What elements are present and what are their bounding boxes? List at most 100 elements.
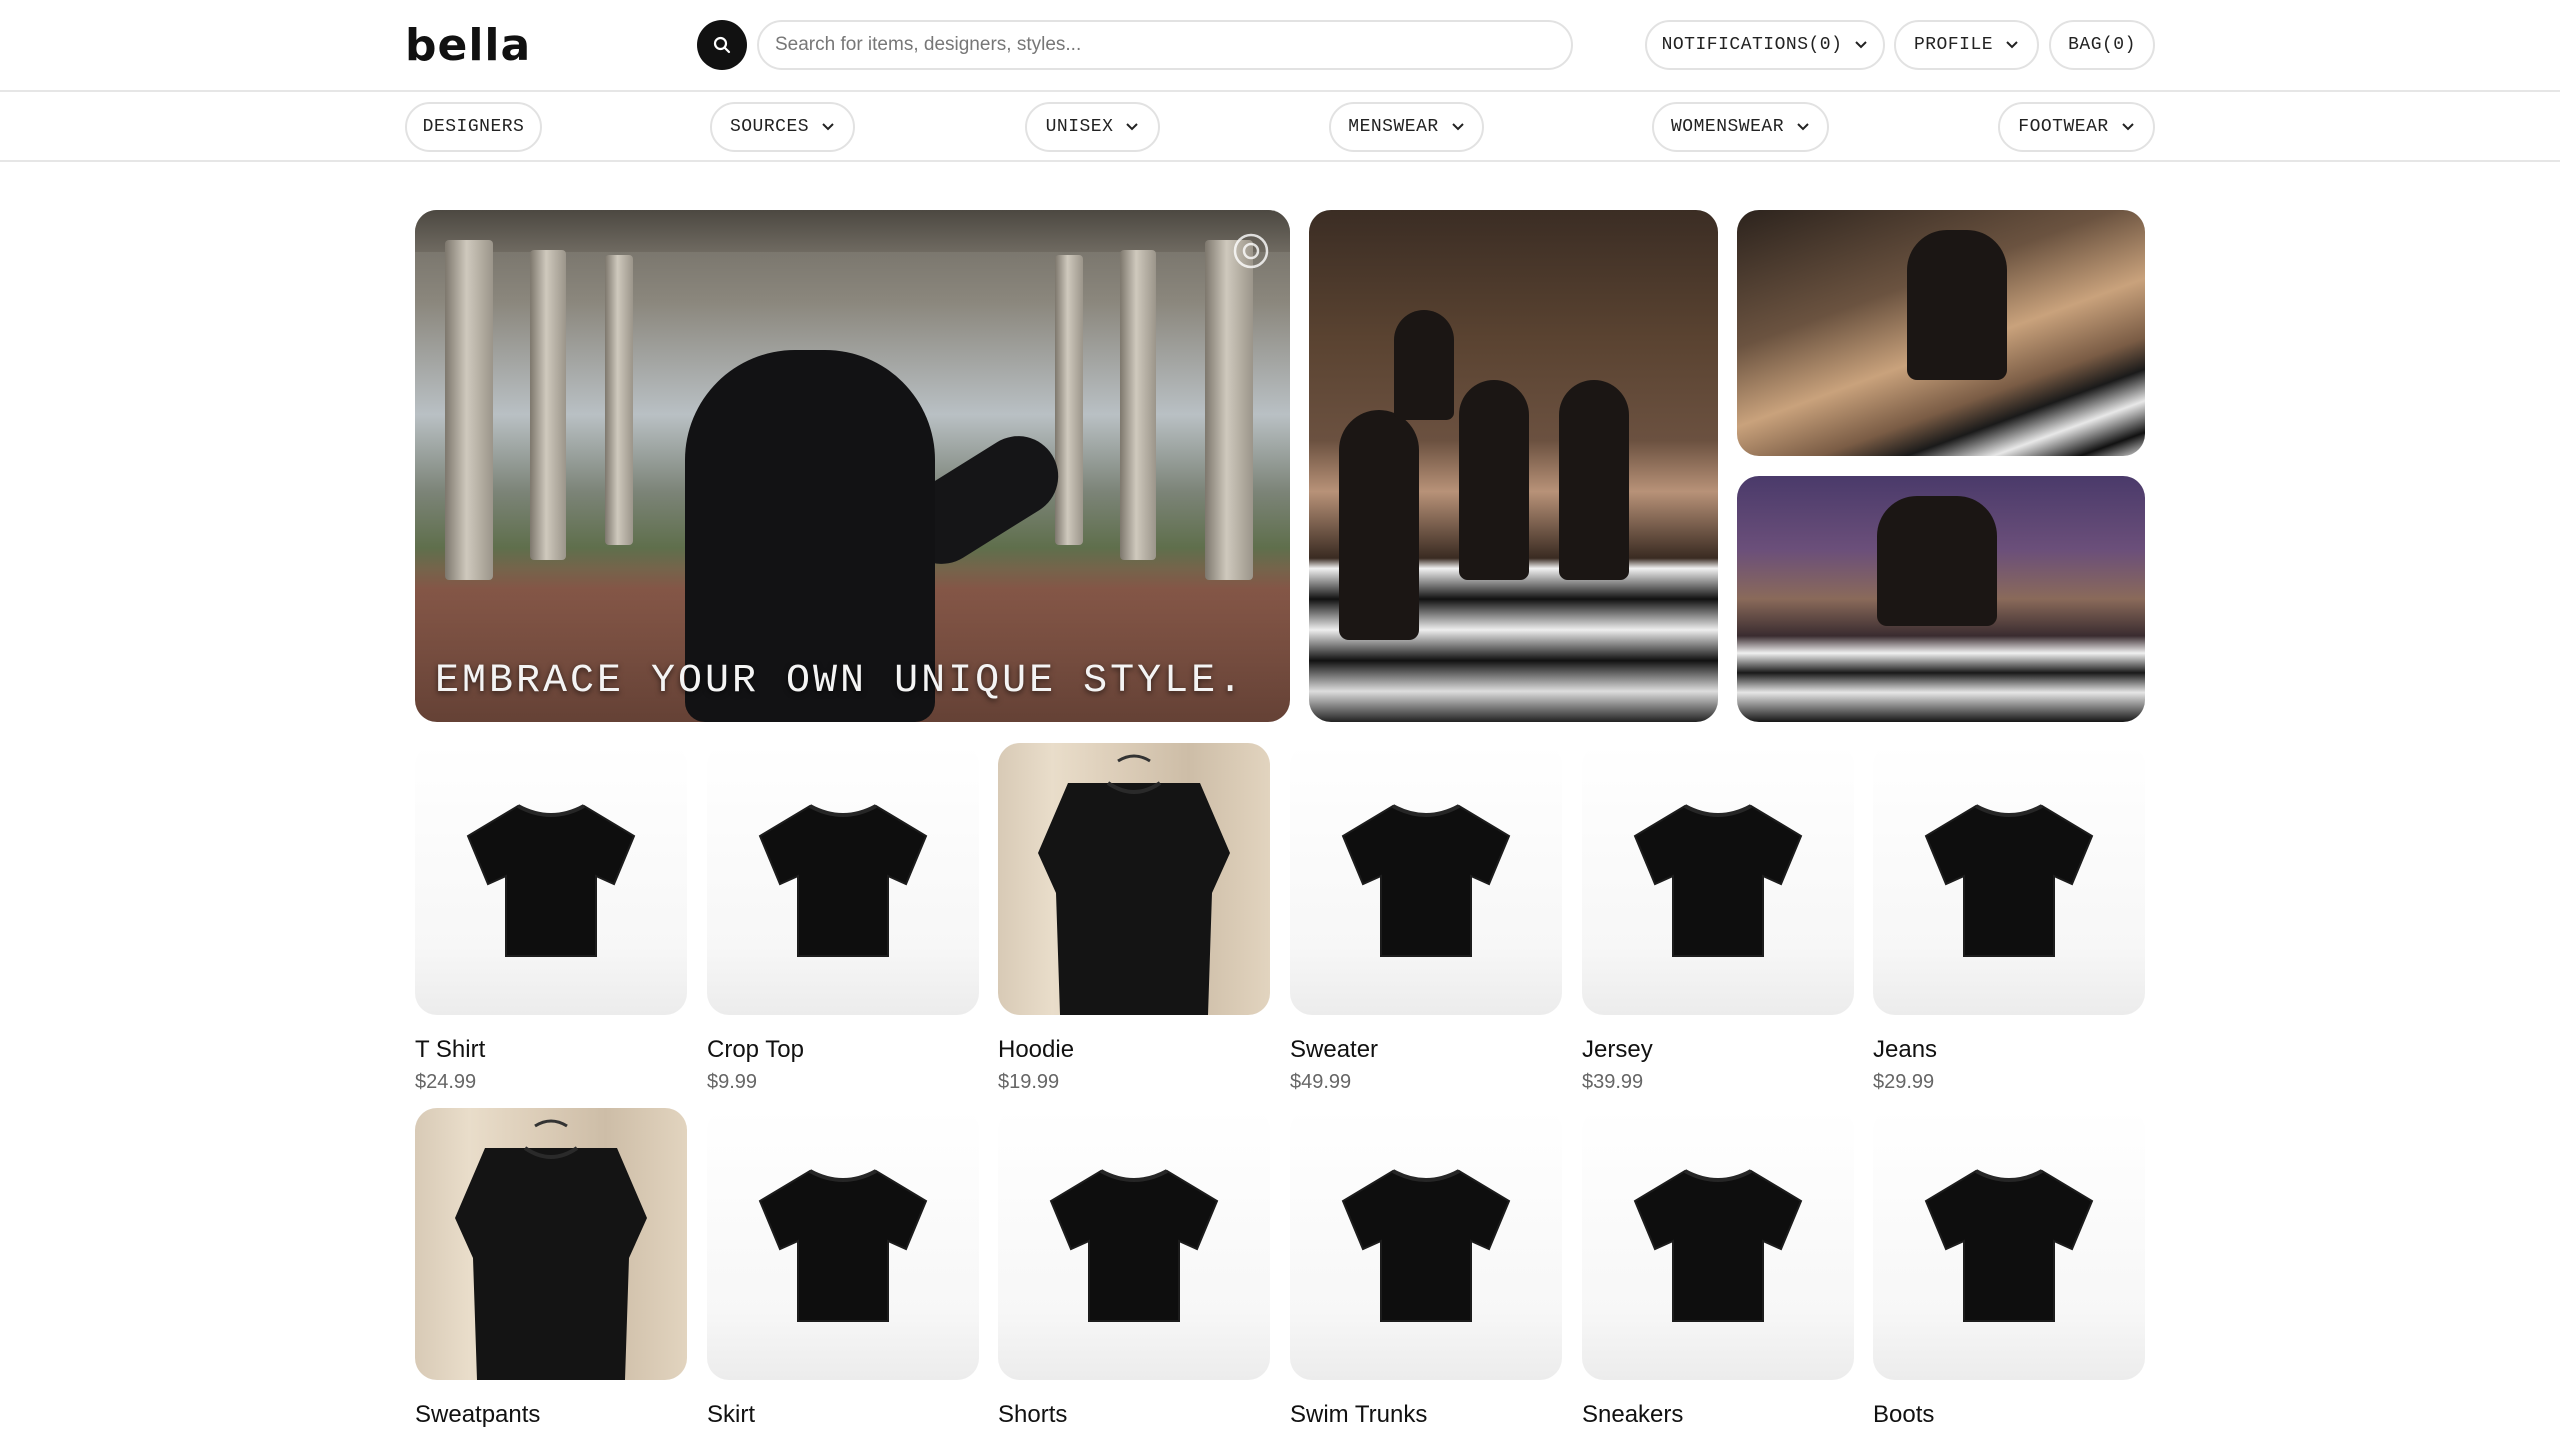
product-card[interactable]: Sneakers$129.99 — [1582, 1108, 1854, 1432]
nav-label: WOMENSWEAR — [1670, 117, 1785, 137]
product-name[interactable]: Hoodie — [998, 1035, 1270, 1065]
top-header: bella NOTIFICATIONS(0) PROFILE BAG(0) — [0, 0, 2560, 92]
product-card[interactable]: Sweatpants$14.99 — [415, 1108, 687, 1432]
product-image[interactable] — [1873, 743, 2145, 1015]
person-figure — [1877, 496, 1997, 626]
product-name[interactable]: Crop Top — [707, 1035, 979, 1065]
product-card[interactable]: Jeans $29.99 — [1873, 743, 2145, 1095]
product-card[interactable]: Jersey $39.99 — [1582, 743, 1854, 1095]
nav-label: SOURCES — [729, 117, 810, 137]
target-icon[interactable] — [1232, 232, 1270, 270]
pillar — [1120, 250, 1156, 560]
tshirt-icon — [1924, 804, 2094, 957]
tshirt-icon — [1924, 1169, 2094, 1322]
pillar — [445, 240, 493, 580]
hero-boombox-image[interactable] — [1737, 476, 2145, 722]
tshirt-icon — [1633, 804, 1803, 957]
search-button[interactable] — [697, 20, 747, 70]
product-card[interactable]: Sweater $49.99 — [1290, 743, 1562, 1095]
product-price: $29.99 — [1873, 1071, 1935, 1093]
hero-main-image[interactable]: EMBRACE YOUR OWN UNIQUE STYLE. — [415, 210, 1290, 722]
product-name[interactable]: Jeans — [1873, 1035, 2145, 1065]
bag-label: BAG(0) — [2068, 35, 2136, 55]
product-image[interactable] — [415, 1108, 687, 1380]
tshirt-icon — [1341, 804, 1511, 957]
nav-footwear[interactable]: FOOTWEAR — [1998, 102, 2155, 152]
nav-unisex[interactable]: UNISEX — [1025, 102, 1160, 152]
product-price: $9.99 — [707, 1071, 758, 1093]
product-price: $49.99 — [1290, 1071, 1352, 1093]
product-name[interactable]: Swim Trunks — [1290, 1400, 1562, 1430]
product-price: $19.99 — [998, 1071, 1060, 1093]
product-card[interactable]: T Shirt $24.99 — [415, 743, 687, 1095]
tshirt-icon — [758, 804, 928, 957]
tshirt-icon — [1341, 1169, 1511, 1322]
person-figure — [1394, 310, 1454, 420]
hero-group-image[interactable] — [1309, 210, 1718, 722]
profile-label: PROFILE — [1913, 35, 1994, 55]
product-image[interactable] — [1290, 743, 1562, 1015]
product-image[interactable] — [998, 743, 1270, 1015]
nav-label: MENSWEAR — [1348, 117, 1439, 137]
pillar — [605, 255, 633, 545]
product-image[interactable] — [1873, 1108, 2145, 1380]
chevron-down-icon — [2006, 41, 2018, 49]
search-input[interactable] — [757, 20, 1573, 70]
chevron-down-icon — [2121, 123, 2134, 131]
tshirt-icon — [466, 804, 636, 957]
bella-logo[interactable]: bella — [405, 22, 531, 70]
person-figure — [1907, 230, 2007, 380]
product-image[interactable] — [998, 1108, 1270, 1380]
product-name[interactable]: Skirt — [707, 1400, 979, 1430]
product-name[interactable]: Shorts — [998, 1400, 1270, 1430]
product-image[interactable] — [707, 743, 979, 1015]
product-price: $24.99 — [415, 1071, 477, 1093]
product-name[interactable]: Boots — [1873, 1400, 2145, 1430]
nav-sources[interactable]: SOURCES — [710, 102, 855, 152]
notifications-label: NOTIFICATIONS(0) — [1661, 35, 1843, 55]
product-name[interactable]: Sweatpants — [415, 1400, 687, 1430]
nav-label: FOOTWEAR — [2018, 117, 2109, 137]
hero-caption: EMBRACE YOUR OWN UNIQUE STYLE. — [435, 659, 1246, 704]
product-name[interactable]: Jersey — [1582, 1035, 1854, 1065]
nav-designers[interactable]: DESIGNERS — [405, 102, 542, 152]
bag-button[interactable]: BAG(0) — [2049, 20, 2155, 70]
nav-menswear[interactable]: MENSWEAR — [1329, 102, 1484, 152]
product-price: $39.99 — [1582, 1071, 1644, 1093]
product-name[interactable]: T Shirt — [415, 1035, 687, 1065]
product-card[interactable]: Skirt$4.99 — [707, 1108, 979, 1432]
nav-womenswear[interactable]: WOMENSWEAR — [1652, 102, 1829, 152]
chevron-down-icon — [1797, 123, 1809, 131]
product-image[interactable] — [415, 743, 687, 1015]
pillar — [1205, 240, 1253, 580]
product-image[interactable] — [1290, 1108, 1562, 1380]
product-image[interactable] — [1582, 1108, 1854, 1380]
hanging-shirt-photo — [455, 1119, 647, 1380]
product-name[interactable]: Sweater — [1290, 1035, 1562, 1065]
hero-phone-image[interactable] — [1737, 210, 2145, 456]
tshirt-icon — [758, 1169, 928, 1322]
chevron-down-icon — [1451, 123, 1464, 131]
chevron-down-icon — [1126, 123, 1139, 131]
category-nav: DESIGNERS SOURCES UNISEX MENSWEAR WOMENS… — [0, 92, 2560, 162]
product-image[interactable] — [1582, 743, 1854, 1015]
nav-label: DESIGNERS — [422, 117, 525, 137]
profile-button[interactable]: PROFILE — [1894, 20, 2039, 70]
hanging-shirt-photo — [1038, 754, 1230, 1015]
person-figure — [1339, 410, 1419, 640]
person-figure — [1459, 380, 1529, 580]
product-card[interactable]: Boots$149.99 — [1873, 1108, 2145, 1432]
product-card[interactable]: Shorts$17.99 — [998, 1108, 1270, 1432]
product-image[interactable] — [707, 1108, 979, 1380]
chevron-down-icon — [822, 123, 834, 131]
pillar — [530, 250, 566, 560]
pavilion-roof — [415, 210, 1290, 252]
product-card[interactable]: Crop Top $9.99 — [707, 743, 979, 1095]
tshirt-icon — [1633, 1169, 1803, 1322]
tshirt-icon — [1049, 1169, 1219, 1322]
product-card[interactable]: Hoodie $19.99 — [998, 743, 1270, 1095]
product-card[interactable]: Swim Trunks$9.99 — [1290, 1108, 1562, 1432]
notifications-button[interactable]: NOTIFICATIONS(0) — [1645, 20, 1885, 70]
pillar — [1055, 255, 1083, 545]
product-name[interactable]: Sneakers — [1582, 1400, 1854, 1430]
